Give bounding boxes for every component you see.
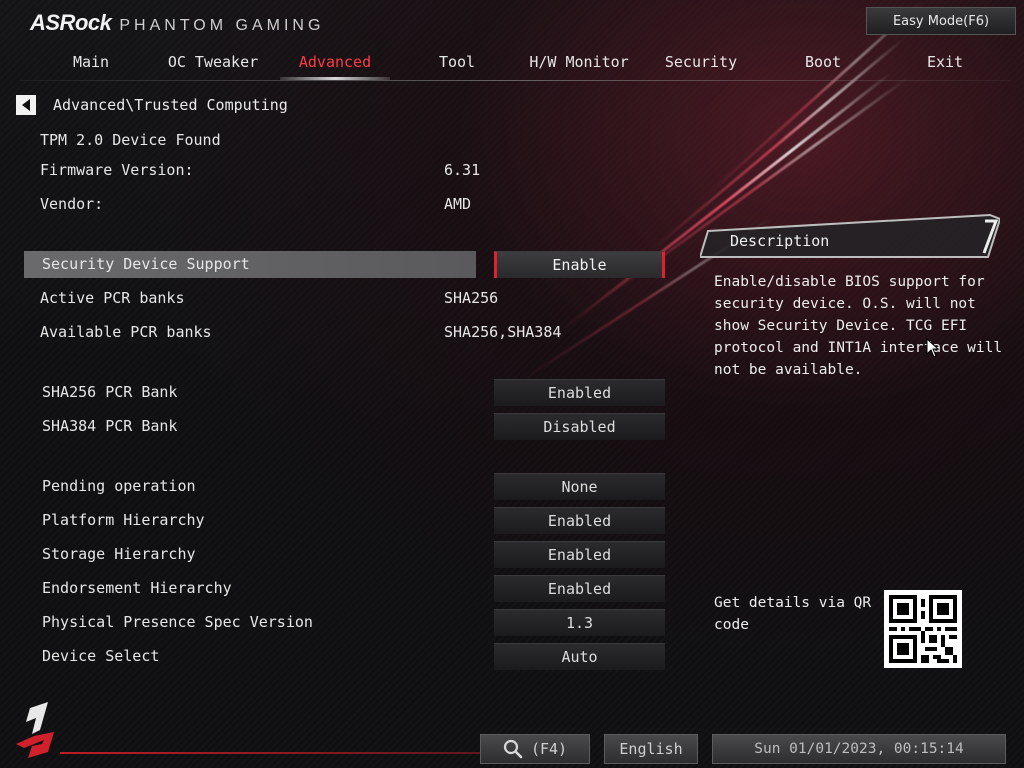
pointer-cursor-icon [926, 338, 940, 358]
description-text: Enable/disable BIOS support for security… [714, 274, 1003, 378]
sha384-pcr-bank-label[interactable]: SHA384 PCR Bank [42, 417, 177, 435]
tab-oc-tweaker[interactable]: OC Tweaker [152, 48, 274, 80]
vendor-label: Vendor: [40, 195, 104, 213]
datetime-display: Sun 01/01/2023, 00:15:14 [712, 734, 1006, 764]
back-arrow-icon [22, 99, 30, 111]
tab-tool[interactable]: Tool [396, 48, 518, 80]
firmware-version-label: Firmware Version: [40, 161, 194, 179]
qr-details-text: Get details via QR code [714, 595, 872, 633]
device-select-option[interactable]: Auto [494, 643, 665, 670]
security-device-support-option[interactable]: Enable [494, 251, 665, 278]
brand-name: ASRock [30, 10, 112, 35]
qr-code [884, 590, 962, 668]
search-shortcut-label: (F4) [530, 740, 568, 758]
pending-operation-label[interactable]: Pending operation [42, 477, 196, 495]
platform-hierarchy-option[interactable]: Enabled [494, 507, 665, 534]
back-button[interactable] [16, 95, 36, 115]
endorsement-hierarchy-label[interactable]: Endorsement Hierarchy [42, 579, 232, 597]
breadcrumb: Advanced\Trusted Computing [53, 96, 288, 114]
platform-hierarchy-label[interactable]: Platform Hierarchy [42, 511, 205, 529]
security-device-support-label[interactable]: Security Device Support [42, 255, 250, 273]
tab-exit[interactable]: Exit [884, 48, 1006, 80]
device-select-label[interactable]: Device Select [42, 647, 159, 665]
tab-hw-monitor[interactable]: H/W Monitor [518, 48, 640, 80]
asrock-logo: ASRock PHANTOM GAMING [30, 10, 324, 36]
description-title: Description [730, 232, 830, 250]
tpm-found-label: TPM 2.0 Device Found [40, 131, 221, 149]
brand-subtitle: PHANTOM GAMING [119, 17, 325, 34]
pp-spec-version-label[interactable]: Physical Presence Spec Version [42, 613, 313, 631]
sha256-pcr-bank-option[interactable]: Enabled [494, 379, 665, 406]
active-pcr-banks-value: SHA256 [444, 289, 499, 307]
tab-divider [20, 80, 1010, 81]
storage-hierarchy-label[interactable]: Storage Hierarchy [42, 545, 196, 563]
sha256-pcr-bank-label[interactable]: SHA256 PCR Bank [42, 383, 177, 401]
pp-spec-version-option[interactable]: 1.3 [494, 609, 665, 636]
available-pcr-banks-label: Available PCR banks [40, 323, 212, 341]
vendor-value: AMD [444, 195, 472, 213]
easy-mode-button[interactable]: Easy Mode(F6) [866, 7, 1016, 35]
sha384-pcr-bank-option[interactable]: Disabled [494, 413, 665, 440]
tab-advanced[interactable]: Advanced [274, 48, 396, 80]
main-tabs: Main OC Tweaker Advanced Tool H/W Monito… [30, 48, 1014, 80]
pending-operation-option[interactable]: None [494, 473, 665, 500]
footer-accent-line [60, 752, 490, 754]
tab-main[interactable]: Main [30, 48, 152, 80]
active-pcr-banks-label: Active PCR banks [40, 289, 185, 307]
language-button[interactable]: English [604, 734, 698, 764]
search-icon [503, 739, 523, 759]
available-pcr-banks-value: SHA256,SHA384 [444, 323, 562, 341]
search-button[interactable]: (F4) [480, 734, 590, 764]
tab-security[interactable]: Security [640, 48, 762, 80]
endorsement-hierarchy-option[interactable]: Enabled [494, 575, 665, 602]
phantom-gaming-logo-icon [16, 702, 54, 758]
storage-hierarchy-option[interactable]: Enabled [494, 541, 665, 568]
firmware-version-value: 6.31 [444, 161, 481, 179]
tab-boot[interactable]: Boot [762, 48, 884, 80]
